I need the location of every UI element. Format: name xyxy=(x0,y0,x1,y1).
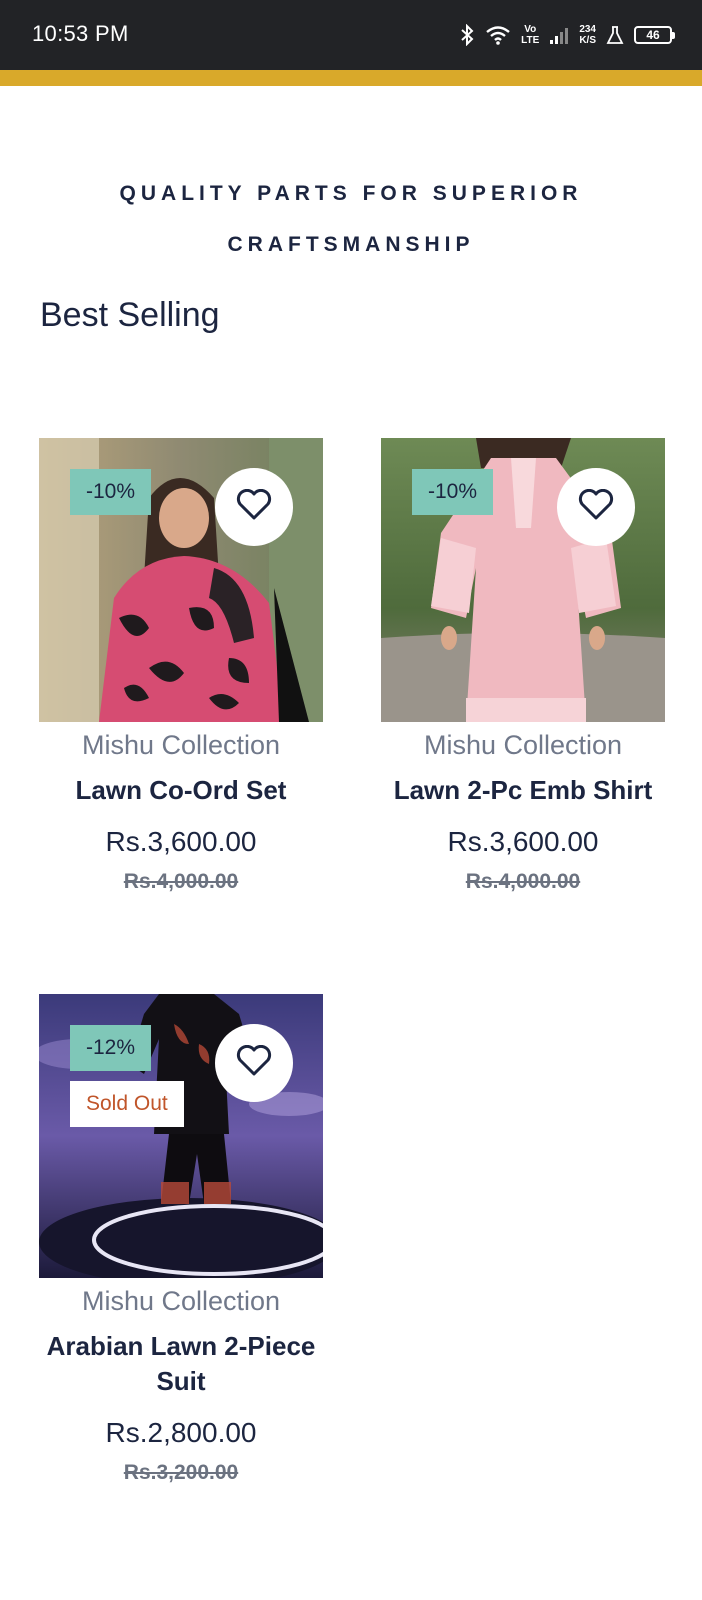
bluetooth-icon xyxy=(459,24,475,46)
battery-level: 46 xyxy=(646,28,660,42)
product-vendor[interactable]: Mishu Collection xyxy=(381,730,665,761)
section-title: Best Selling xyxy=(40,296,220,334)
sold-out-badge: Sold Out xyxy=(70,1081,184,1127)
product-card[interactable]: -10% Mishu Collection Lawn 2-Pc Emb Shir… xyxy=(381,438,665,894)
product-vendor[interactable]: Mishu Collection xyxy=(39,1286,323,1317)
product-price: Rs.2,800.00 xyxy=(105,1417,257,1448)
product-vendor[interactable]: Mishu Collection xyxy=(39,730,323,761)
speed-value: 234 xyxy=(579,24,596,35)
product-price: Rs.3,600.00 xyxy=(447,826,599,857)
signal-icon xyxy=(549,25,569,45)
wishlist-button[interactable] xyxy=(215,1024,293,1102)
status-time: 10:53 PM xyxy=(32,21,129,46)
heart-icon xyxy=(578,488,614,526)
announcement-bar xyxy=(0,70,702,86)
product-image[interactable]: -10% xyxy=(39,438,323,722)
battery-icon: 46 xyxy=(634,26,675,44)
discount-badge: -10% xyxy=(70,469,152,515)
product-compare-price: Rs.3,200.00 xyxy=(123,1461,239,1484)
lab-icon xyxy=(606,25,624,45)
speed-unit: K/S xyxy=(579,35,596,46)
banner-heading: QUALITY PARTS FOR SUPERIOR CRAFTSMANSHIP xyxy=(40,168,662,270)
product-image[interactable]: -10% xyxy=(381,438,665,722)
heart-icon xyxy=(236,488,272,526)
product-price: Rs.3,600.00 xyxy=(105,826,257,857)
network-top-label: Vo xyxy=(524,24,537,35)
product-title[interactable]: Lawn 2-Pc Emb Shirt xyxy=(381,773,665,808)
product-title[interactable]: Lawn Co-Ord Set xyxy=(39,773,323,808)
wishlist-button[interactable] xyxy=(557,468,635,546)
network-type: Vo LTE xyxy=(521,24,539,46)
product-card[interactable]: -10% Mishu Collection Lawn Co-Ord Set Rs… xyxy=(39,438,323,894)
network-speed: 234 K/S xyxy=(579,24,596,46)
discount-badge: -10% xyxy=(412,469,494,515)
banner-line-2: CRAFTSMANSHIP xyxy=(227,233,475,256)
status-icons: Vo LTE 234 K/S 46 xyxy=(459,18,675,52)
network-bottom-label: LTE xyxy=(521,35,540,46)
banner-line-1: QUALITY PARTS FOR SUPERIOR xyxy=(119,182,583,205)
product-compare-price: Rs.4,000.00 xyxy=(123,870,239,893)
product-title[interactable]: Arabian Lawn 2-Piece Suit xyxy=(39,1329,323,1399)
heart-icon xyxy=(236,1044,272,1082)
product-image[interactable]: -12% Sold Out xyxy=(39,994,323,1278)
status-bar: 10:53 PM Vo LTE 234 K/S 46 xyxy=(0,0,702,70)
wishlist-button[interactable] xyxy=(215,468,293,546)
wifi-icon xyxy=(485,25,511,45)
discount-badge: -12% xyxy=(70,1025,152,1071)
product-compare-price: Rs.4,000.00 xyxy=(465,870,581,893)
product-card[interactable]: -12% Sold Out Mishu Collection Arabian L… xyxy=(39,994,323,1485)
